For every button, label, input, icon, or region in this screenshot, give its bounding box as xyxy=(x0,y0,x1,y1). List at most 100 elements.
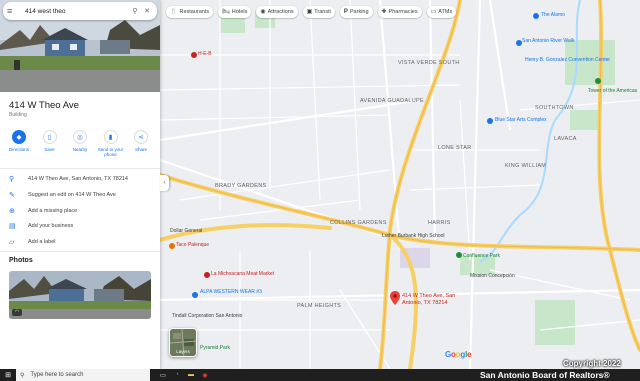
address-row[interactable]: ⚲ 414 W Theo Ave, San Antonio, TX 78214 xyxy=(0,172,160,186)
add-business-row[interactable]: ▤ Add your business xyxy=(0,219,160,233)
place-title: 414 W Theo Ave xyxy=(9,100,79,111)
poi-luther[interactable]: Luther Burbank High School xyxy=(382,233,445,239)
place-sidebar: ≡ 414 west theo ⚲ ✕ 414 W Theo Ave Build… xyxy=(0,0,160,369)
nearby-icon: ◎ xyxy=(73,130,87,144)
chip-hotels[interactable]: 🛏 Hotels xyxy=(218,6,252,18)
divider xyxy=(0,251,160,252)
category-chips: 🍴 Restaurants 🛏 Hotels ◉ Attractions ▣ Trans… xyxy=(166,6,457,18)
storefront-icon: ▤ xyxy=(9,222,16,230)
label-harris: HARRIS xyxy=(428,220,451,226)
park-area xyxy=(220,18,245,33)
file-explorer-icon[interactable]: ▬ xyxy=(184,369,198,381)
pharmacy-icon: ✚ xyxy=(381,9,387,15)
maps-window: VISTA VERDE SOUTH AVENIDA GUADALUPE SOUT… xyxy=(0,0,640,381)
poi-heb[interactable]: H-E-B xyxy=(198,51,212,57)
atm-icon: ▭ xyxy=(430,9,437,15)
poi-alpha[interactable]: ALPA WESTERN WEAR #3 xyxy=(200,289,262,295)
poi-convention[interactable]: Henry B. Gonzalez Convention Center xyxy=(525,57,610,63)
chip-atms[interactable]: ▭ ATMs xyxy=(426,6,457,18)
park-area xyxy=(570,110,600,130)
poi-alamo[interactable]: The Alamo xyxy=(541,12,565,18)
park-area xyxy=(535,300,575,345)
location-marker-icon[interactable] xyxy=(390,291,400,305)
poi-monkey[interactable]: La Michoacana Meat Market xyxy=(211,271,274,277)
poi-hemisfair[interactable]: Tower of the Americas xyxy=(588,88,637,94)
poi-blue-star[interactable]: Blue Star Arts Complex xyxy=(495,117,547,123)
chip-pharmacies[interactable]: ✚ Pharmacies xyxy=(377,6,422,18)
directions-button[interactable]: ◆ Directions xyxy=(4,130,34,157)
bed-icon: 🛏 xyxy=(222,9,230,15)
nearby-button[interactable]: ◎ Nearby xyxy=(65,130,95,157)
poi-pin[interactable] xyxy=(533,13,539,19)
label-collins: COLLINS GARDENS xyxy=(330,220,387,226)
label-palm-heights: PALM HEIGHTS xyxy=(297,303,342,309)
share-button[interactable]: ⋖ Share xyxy=(126,130,156,157)
map-canvas[interactable]: VISTA VERDE SOUTH AVENIDA GUADALUPE SOUT… xyxy=(160,0,640,369)
divider xyxy=(0,168,160,169)
label-lone-star: LONE STAR xyxy=(438,145,472,151)
poi-pyramid[interactable]: Pyramid Park xyxy=(200,345,230,351)
label-lavaca: LAVACA xyxy=(554,136,577,142)
label-avenida: AVENIDA GUADALUPE xyxy=(360,98,424,104)
poi-confluence[interactable]: Confluence Park xyxy=(463,253,500,259)
close-icon[interactable]: ✕ xyxy=(141,7,153,15)
poi-tindall[interactable]: Tindall Corporation San Antonio xyxy=(172,313,242,319)
location-pin-icon: ⚲ xyxy=(9,175,15,183)
chip-parking[interactable]: P Parking xyxy=(339,6,373,18)
poi-riverwalk[interactable]: San Antonio River Walk xyxy=(522,38,574,44)
chip-transit[interactable]: ▣ Transit xyxy=(302,6,335,18)
add-label-row[interactable]: ▱ Add a label xyxy=(0,235,160,249)
layers-button[interactable]: Layers xyxy=(169,328,197,357)
task-view-icon[interactable]: ▭ xyxy=(156,369,170,381)
label-brady: BRADY GARDENS xyxy=(215,183,267,189)
poi-pin[interactable] xyxy=(204,272,210,278)
edge-icon[interactable]: ◔ xyxy=(170,369,184,381)
search-box[interactable]: ≡ 414 west theo ⚲ ✕ xyxy=(3,2,157,20)
phone-icon: ▮ xyxy=(103,130,118,144)
add-missing-place-row[interactable]: ⊕ Add a missing place xyxy=(0,204,160,218)
poi-pin[interactable] xyxy=(192,292,198,298)
share-icon: ⋖ xyxy=(134,130,148,144)
poi-pin[interactable] xyxy=(169,243,175,249)
taskbar-search[interactable]: ⚲ Type here to search xyxy=(16,369,150,381)
chip-attractions[interactable]: ◉ Attractions xyxy=(256,6,298,18)
label-southtown: SOUTHTOWN xyxy=(535,105,574,111)
bus-icon: ▣ xyxy=(306,9,313,15)
place-type: Building xyxy=(9,112,27,118)
search-input[interactable]: 414 west theo xyxy=(21,8,129,15)
google-logo: Google xyxy=(445,350,472,359)
street-view-photo[interactable]: ◠ xyxy=(9,271,151,319)
windows-start-icon[interactable]: ⊞ xyxy=(0,369,16,381)
poi-taco[interactable]: Taco Palenque xyxy=(176,242,209,248)
action-buttons: ◆ Directions ▯ Save ◎ Nearby ▮ Send to y… xyxy=(4,130,156,157)
suggest-edit-row[interactable]: ✎ Suggest an edit on 414 W Theo Ave xyxy=(0,188,160,202)
send-to-phone-button[interactable]: ▮ Send to your phone xyxy=(96,130,126,157)
collapse-panel-button[interactable]: ‹ xyxy=(160,175,169,191)
label-icon: ▱ xyxy=(9,238,15,246)
label-vista-verde: VISTA VERDE SOUTH xyxy=(398,60,460,66)
marker-label[interactable]: 414 W Theo Ave, San Antonio, TX 78214 xyxy=(402,293,462,306)
pencil-icon: ✎ xyxy=(9,191,15,199)
poi-pin[interactable] xyxy=(595,78,601,84)
street-photo xyxy=(9,271,151,319)
poi-pin[interactable] xyxy=(456,252,462,258)
poi-dollar[interactable]: Dollar General xyxy=(170,228,202,234)
watermark: San Antonio Board of Realtors® xyxy=(480,370,610,380)
hamburger-menu-icon[interactable]: ≡ xyxy=(7,6,21,16)
street-view-icon: ◠ xyxy=(12,309,22,316)
chip-restaurants[interactable]: 🍴 Restaurants xyxy=(166,6,214,18)
search-icon[interactable]: ⚲ xyxy=(129,7,141,15)
poi-concepcion[interactable]: Mission Concepción xyxy=(470,273,515,279)
photos-heading: Photos xyxy=(9,257,33,264)
poi-pin[interactable] xyxy=(487,118,493,124)
layers-label: Layers xyxy=(176,349,190,354)
save-button[interactable]: ▯ Save xyxy=(35,130,65,157)
camera-icon: ◉ xyxy=(260,9,266,15)
poi-pin[interactable] xyxy=(191,52,197,58)
bookmark-icon: ▯ xyxy=(42,130,57,144)
directions-icon: ◆ xyxy=(12,130,26,144)
chrome-icon[interactable]: ◉ xyxy=(198,369,212,381)
label-king-william: KING WILLIAM xyxy=(505,163,547,169)
parking-icon: P xyxy=(343,9,348,15)
fork-knife-icon: 🍴 xyxy=(170,9,178,15)
